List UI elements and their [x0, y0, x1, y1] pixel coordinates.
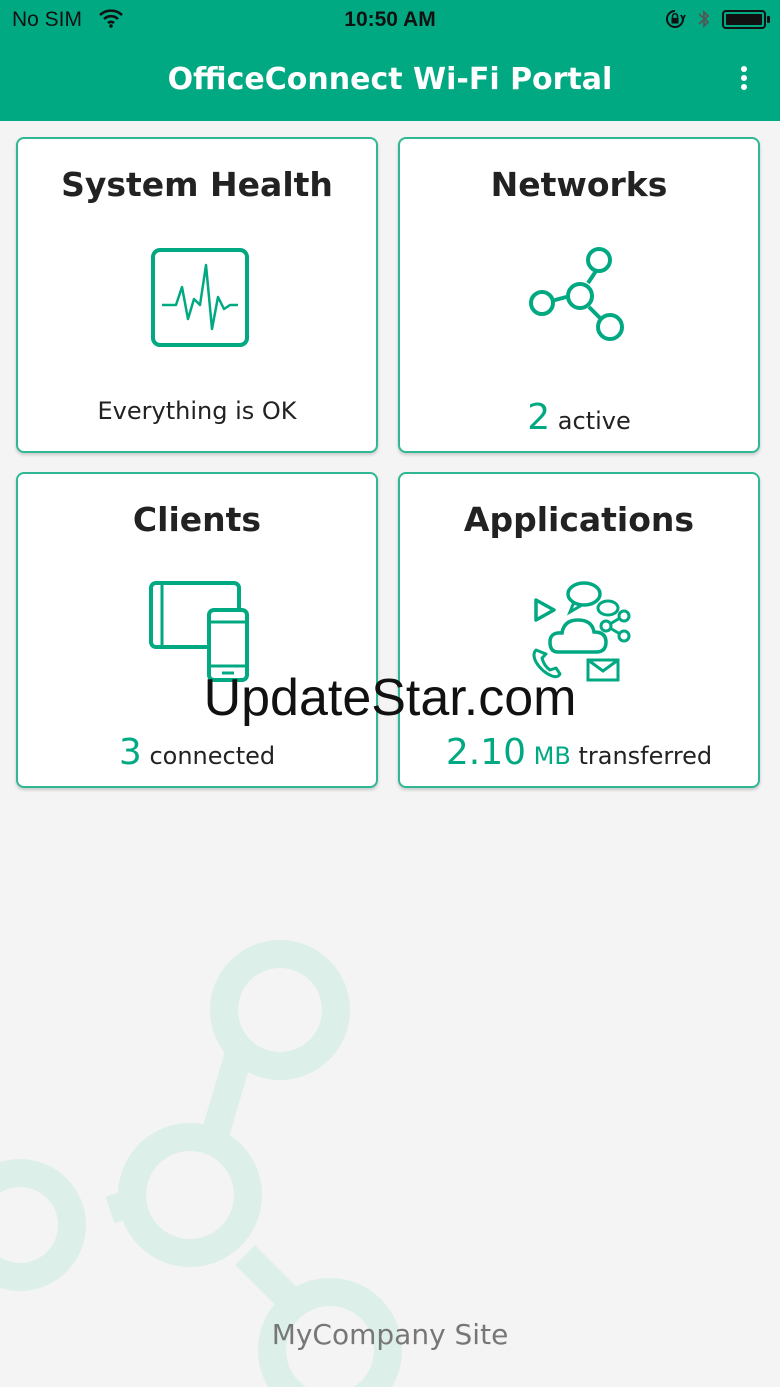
background-network-graphic — [0, 940, 402, 1387]
tile-system-health[interactable]: System Health Everything is OK — [16, 137, 378, 453]
networks-suffix: active — [557, 407, 631, 435]
clients-status: 3 connected — [18, 732, 376, 773]
applications-status: 2.10 MB transferred — [400, 732, 758, 773]
tile-title-applications: Applications — [463, 500, 695, 539]
heartbeat-monitor-icon — [151, 248, 249, 347]
bluetooth-icon — [698, 9, 710, 29]
site-name[interactable]: MyCompany Site — [0, 1318, 780, 1351]
watermark-text: UpdateStar.com — [203, 669, 577, 727]
applications-suffix: transferred — [578, 742, 713, 770]
app-title: OfficeConnect Wi-Fi Portal — [167, 62, 613, 97]
networks-status: 2 active — [400, 397, 758, 438]
networks-count: 2 — [527, 397, 551, 438]
more-vertical-icon[interactable] — [730, 64, 758, 94]
tile-title-system-health: System Health — [61, 165, 333, 204]
clients-suffix: connected — [149, 742, 276, 770]
status-bar: No SIM 10:50 AM — [0, 0, 780, 38]
orientation-lock-icon — [666, 10, 686, 28]
tile-applications[interactable]: Applications 2.10 MB transferred — [398, 472, 760, 788]
network-nodes-icon — [529, 247, 624, 341]
tile-title-networks: Networks — [490, 165, 668, 204]
tile-networks[interactable]: Networks 2 active — [398, 137, 760, 453]
tile-clients[interactable]: Clients 3 connected — [16, 472, 378, 788]
clock: 10:50 AM — [344, 8, 436, 31]
clients-count: 3 — [118, 732, 142, 773]
app-header: OfficeConnect Wi-Fi Portal — [0, 38, 780, 121]
battery-icon — [722, 10, 770, 29]
applications-unit: MB — [533, 742, 571, 770]
tile-title-clients: Clients — [132, 500, 262, 539]
applications-amount: 2.10 — [445, 732, 526, 773]
system-health-status: Everything is OK — [97, 397, 297, 425]
